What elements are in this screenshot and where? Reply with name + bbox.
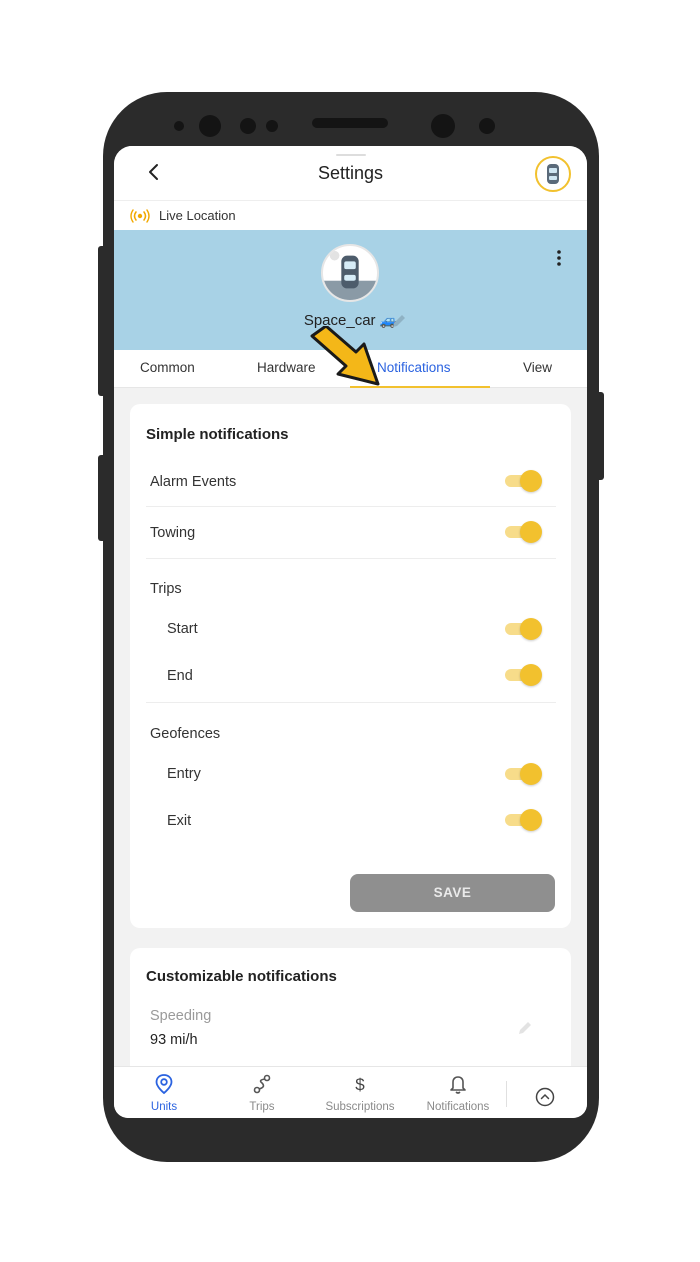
unit-avatar[interactable] xyxy=(321,244,379,302)
towing-toggle[interactable] xyxy=(503,521,543,543)
nav-units[interactable]: Units xyxy=(116,1067,212,1118)
tab-common[interactable]: Common xyxy=(140,360,195,375)
more-options-icon[interactable] xyxy=(555,248,563,268)
nav-subscriptions-label: Subscriptions xyxy=(325,1101,395,1113)
front-camera-2 xyxy=(431,114,455,138)
nav-subscriptions[interactable]: $ Subscriptions xyxy=(312,1067,408,1118)
geofence-entry-toggle[interactable] xyxy=(503,763,543,785)
app-screen: Settings Live Location Space_car 🚙 Commo… xyxy=(114,146,587,1118)
trip-end-toggle[interactable] xyxy=(503,664,543,686)
car-icon xyxy=(323,250,377,300)
customizable-notifications-title: Customizable notifications xyxy=(146,968,337,985)
nav-notifications[interactable]: Notifications xyxy=(410,1067,506,1118)
bottom-navigation: Units Trips $ Subscriptions Notification… xyxy=(114,1066,587,1118)
speeding-value: 93 mi/h xyxy=(150,1032,198,1048)
sensor-dot xyxy=(479,118,495,134)
sensor-dot xyxy=(174,121,184,131)
geofence-entry-label: Entry xyxy=(167,766,201,782)
nav-trips-label: Trips xyxy=(249,1101,275,1113)
bell-icon xyxy=(450,1076,466,1094)
nav-separator xyxy=(506,1081,507,1107)
nav-trips[interactable]: Trips xyxy=(214,1067,310,1118)
save-button[interactable]: SAVE xyxy=(350,874,555,912)
live-location-label: Live Location xyxy=(159,208,236,223)
speeding-label: Speeding xyxy=(150,1008,212,1024)
pointer-arrow-icon xyxy=(310,326,380,386)
simple-notifications-card: Simple notifications Alarm Events Towing… xyxy=(130,404,571,928)
front-camera xyxy=(199,115,221,137)
route-icon xyxy=(253,1074,271,1094)
trip-start-toggle[interactable] xyxy=(503,618,543,640)
car-icon xyxy=(547,164,559,184)
simple-notifications-title: Simple notifications xyxy=(146,426,289,443)
sensor-dot xyxy=(240,118,256,134)
dollar-icon: $ xyxy=(355,1075,365,1094)
chevron-up-circle-icon[interactable] xyxy=(535,1087,555,1107)
geofences-label: Geofences xyxy=(150,726,221,742)
alarm-events-label: Alarm Events xyxy=(150,474,237,490)
nav-units-label: Units xyxy=(150,1101,178,1113)
divider xyxy=(146,506,556,507)
divider xyxy=(146,702,556,703)
towing-label: Towing xyxy=(150,525,196,541)
location-pin-icon xyxy=(155,1074,173,1095)
edit-pencil-icon[interactable] xyxy=(515,1018,535,1038)
unit-avatar-small[interactable] xyxy=(535,156,571,192)
drag-handle[interactable] xyxy=(336,154,366,156)
alarm-events-toggle[interactable] xyxy=(503,470,543,492)
broadcast-icon xyxy=(130,209,150,223)
svg-text:$: $ xyxy=(355,1075,365,1094)
divider xyxy=(146,558,556,559)
page-title: Settings xyxy=(317,163,384,183)
trip-start-label: Start xyxy=(167,621,198,637)
nav-notifications-label: Notifications xyxy=(426,1101,490,1113)
geofence-exit-label: Exit xyxy=(167,813,192,829)
live-location-bar[interactable]: Live Location xyxy=(114,200,587,230)
top-bar: Settings xyxy=(114,146,587,200)
tab-view[interactable]: View xyxy=(523,360,552,375)
sensor-dot xyxy=(266,120,278,132)
trip-end-label: End xyxy=(167,668,193,684)
trips-label: Trips xyxy=(150,581,182,597)
geofence-exit-toggle[interactable] xyxy=(503,809,543,831)
earpiece-speaker xyxy=(312,118,388,128)
